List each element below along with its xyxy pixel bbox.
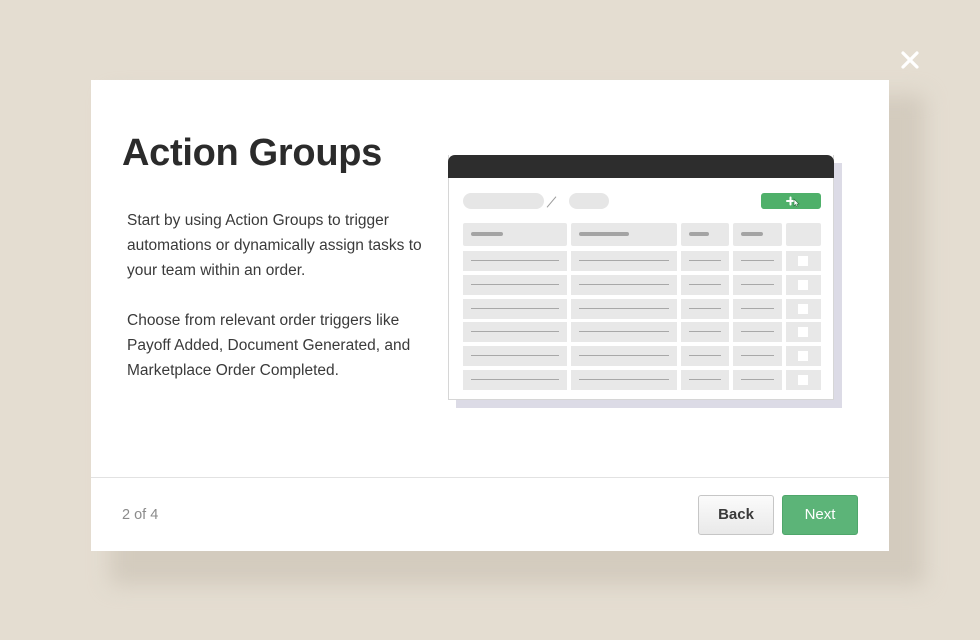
row-line	[689, 283, 721, 285]
illustration-row-cell	[733, 346, 782, 367]
onboarding-modal: Action Groups Start by using Action Grou…	[91, 80, 889, 551]
illustration-row-cell	[733, 298, 782, 319]
row-line	[741, 283, 774, 285]
row-line	[741, 307, 774, 309]
row-line	[471, 260, 559, 261]
illustration-row-cell	[733, 322, 782, 343]
illustration-row-cell	[571, 346, 677, 367]
illustration-row-cell	[786, 370, 821, 390]
row-line	[689, 307, 721, 309]
illustration-row-cell	[463, 298, 567, 319]
hand-pointer-icon	[793, 198, 800, 207]
row-line	[579, 283, 669, 285]
checkbox-placeholder	[798, 303, 808, 314]
header-bar	[471, 232, 503, 236]
header-bar	[689, 232, 709, 236]
checkbox-placeholder	[798, 327, 808, 338]
checkbox-placeholder	[798, 375, 808, 385]
breadcrumb-placeholder	[463, 193, 544, 209]
illustration-row-cell	[463, 322, 567, 343]
row-line	[471, 379, 559, 380]
illustration-row-cell	[681, 346, 729, 367]
illustration-row-cell	[463, 346, 567, 367]
illustration-row-cell	[463, 251, 567, 271]
illustration-header-cell	[681, 223, 729, 246]
breadcrumb-separator	[546, 196, 557, 208]
illustration-row-cell	[733, 370, 782, 390]
checkbox-placeholder	[798, 279, 808, 290]
illustration-row-cell	[786, 322, 821, 343]
table-illustration	[448, 155, 848, 415]
description-paragraph-1: Start by using Action Groups to trigger …	[127, 212, 422, 279]
row-line	[689, 331, 721, 333]
description-paragraph-2: Choose from relevant order triggers like…	[127, 312, 411, 379]
illustration-row-cell	[571, 322, 677, 343]
illustration-row-cell	[571, 298, 677, 319]
illustration-row-cell	[571, 251, 677, 271]
illustration-window	[448, 155, 834, 400]
header-bar	[579, 232, 629, 236]
illustration-header-cell	[463, 223, 567, 246]
illustration-header-cell	[571, 223, 677, 246]
illustration-row-cell	[463, 370, 567, 390]
modal-title: Action Groups	[122, 132, 382, 174]
illustration-row-cell	[681, 322, 729, 343]
step-counter: 2 of 4	[122, 507, 159, 523]
illustration-row-cell	[681, 251, 729, 271]
next-button[interactable]: Next	[782, 495, 858, 535]
illustration-row-cell	[786, 298, 821, 319]
illustration-row-cell	[681, 370, 729, 390]
checkbox-placeholder	[798, 351, 808, 362]
illustration-row-cell	[681, 274, 729, 295]
back-button[interactable]: Back	[698, 495, 774, 535]
illustration-row-cell	[733, 251, 782, 271]
illustration-titlebar	[448, 155, 834, 178]
breadcrumb-placeholder	[569, 193, 609, 209]
row-line	[741, 260, 774, 261]
row-line	[579, 307, 669, 309]
illustration-row-cell	[681, 298, 729, 319]
row-line	[471, 283, 559, 285]
illustration-row-cell	[463, 274, 567, 295]
modal-description: Start by using Action Groups to trigger …	[127, 208, 427, 408]
illustration-row-cell	[786, 346, 821, 367]
illustration-header-cell	[733, 223, 782, 246]
row-line	[579, 331, 669, 333]
row-line	[471, 307, 559, 309]
row-line	[579, 355, 669, 357]
checkbox-placeholder	[798, 256, 808, 266]
close-button[interactable]	[896, 46, 924, 74]
row-line	[579, 260, 669, 261]
illustration-row-cell	[733, 274, 782, 295]
header-bar	[741, 232, 763, 236]
row-line	[471, 331, 559, 333]
row-line	[689, 379, 721, 380]
illustration-add-button	[761, 193, 821, 209]
row-line	[741, 379, 774, 380]
row-line	[741, 355, 774, 357]
row-line	[741, 331, 774, 333]
illustration-row-cell	[786, 251, 821, 271]
row-line	[579, 379, 669, 380]
illustration-header-cell	[786, 223, 821, 246]
row-line	[689, 260, 721, 261]
illustration-row-cell	[571, 274, 677, 295]
illustration-row-cell	[571, 370, 677, 390]
close-icon	[901, 51, 919, 69]
footer-divider	[91, 477, 889, 478]
illustration-row-cell	[786, 274, 821, 295]
row-line	[471, 355, 559, 357]
row-line	[689, 355, 721, 357]
plus-icon	[786, 196, 800, 207]
